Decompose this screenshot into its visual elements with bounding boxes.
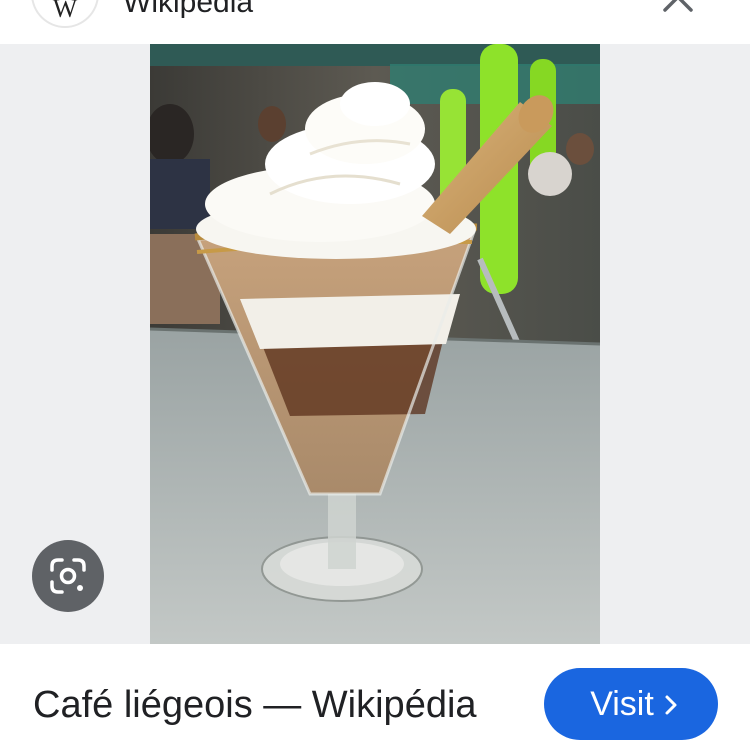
image-viewer bbox=[0, 44, 750, 644]
lens-search-button[interactable] bbox=[32, 540, 104, 612]
result-footer: Café liégeois — Wikipédia Visit bbox=[0, 644, 750, 740]
site-logo: W bbox=[33, 0, 97, 26]
visit-label: Visit bbox=[590, 684, 654, 723]
close-icon[interactable] bbox=[660, 0, 696, 16]
site-name: Wikipédia bbox=[123, 0, 254, 19]
more-vert-icon[interactable] bbox=[570, 0, 594, 16]
top-bar: W Wikipédia bbox=[0, 0, 750, 44]
chevron-right-icon bbox=[665, 695, 677, 715]
result-title[interactable]: Café liégeois — Wikipédia bbox=[33, 684, 477, 727]
google-lens-icon bbox=[50, 558, 86, 594]
visit-button[interactable]: Visit bbox=[544, 668, 718, 740]
site-logo-letter: W bbox=[52, 0, 78, 23]
dessert-photo[interactable] bbox=[150, 44, 600, 644]
